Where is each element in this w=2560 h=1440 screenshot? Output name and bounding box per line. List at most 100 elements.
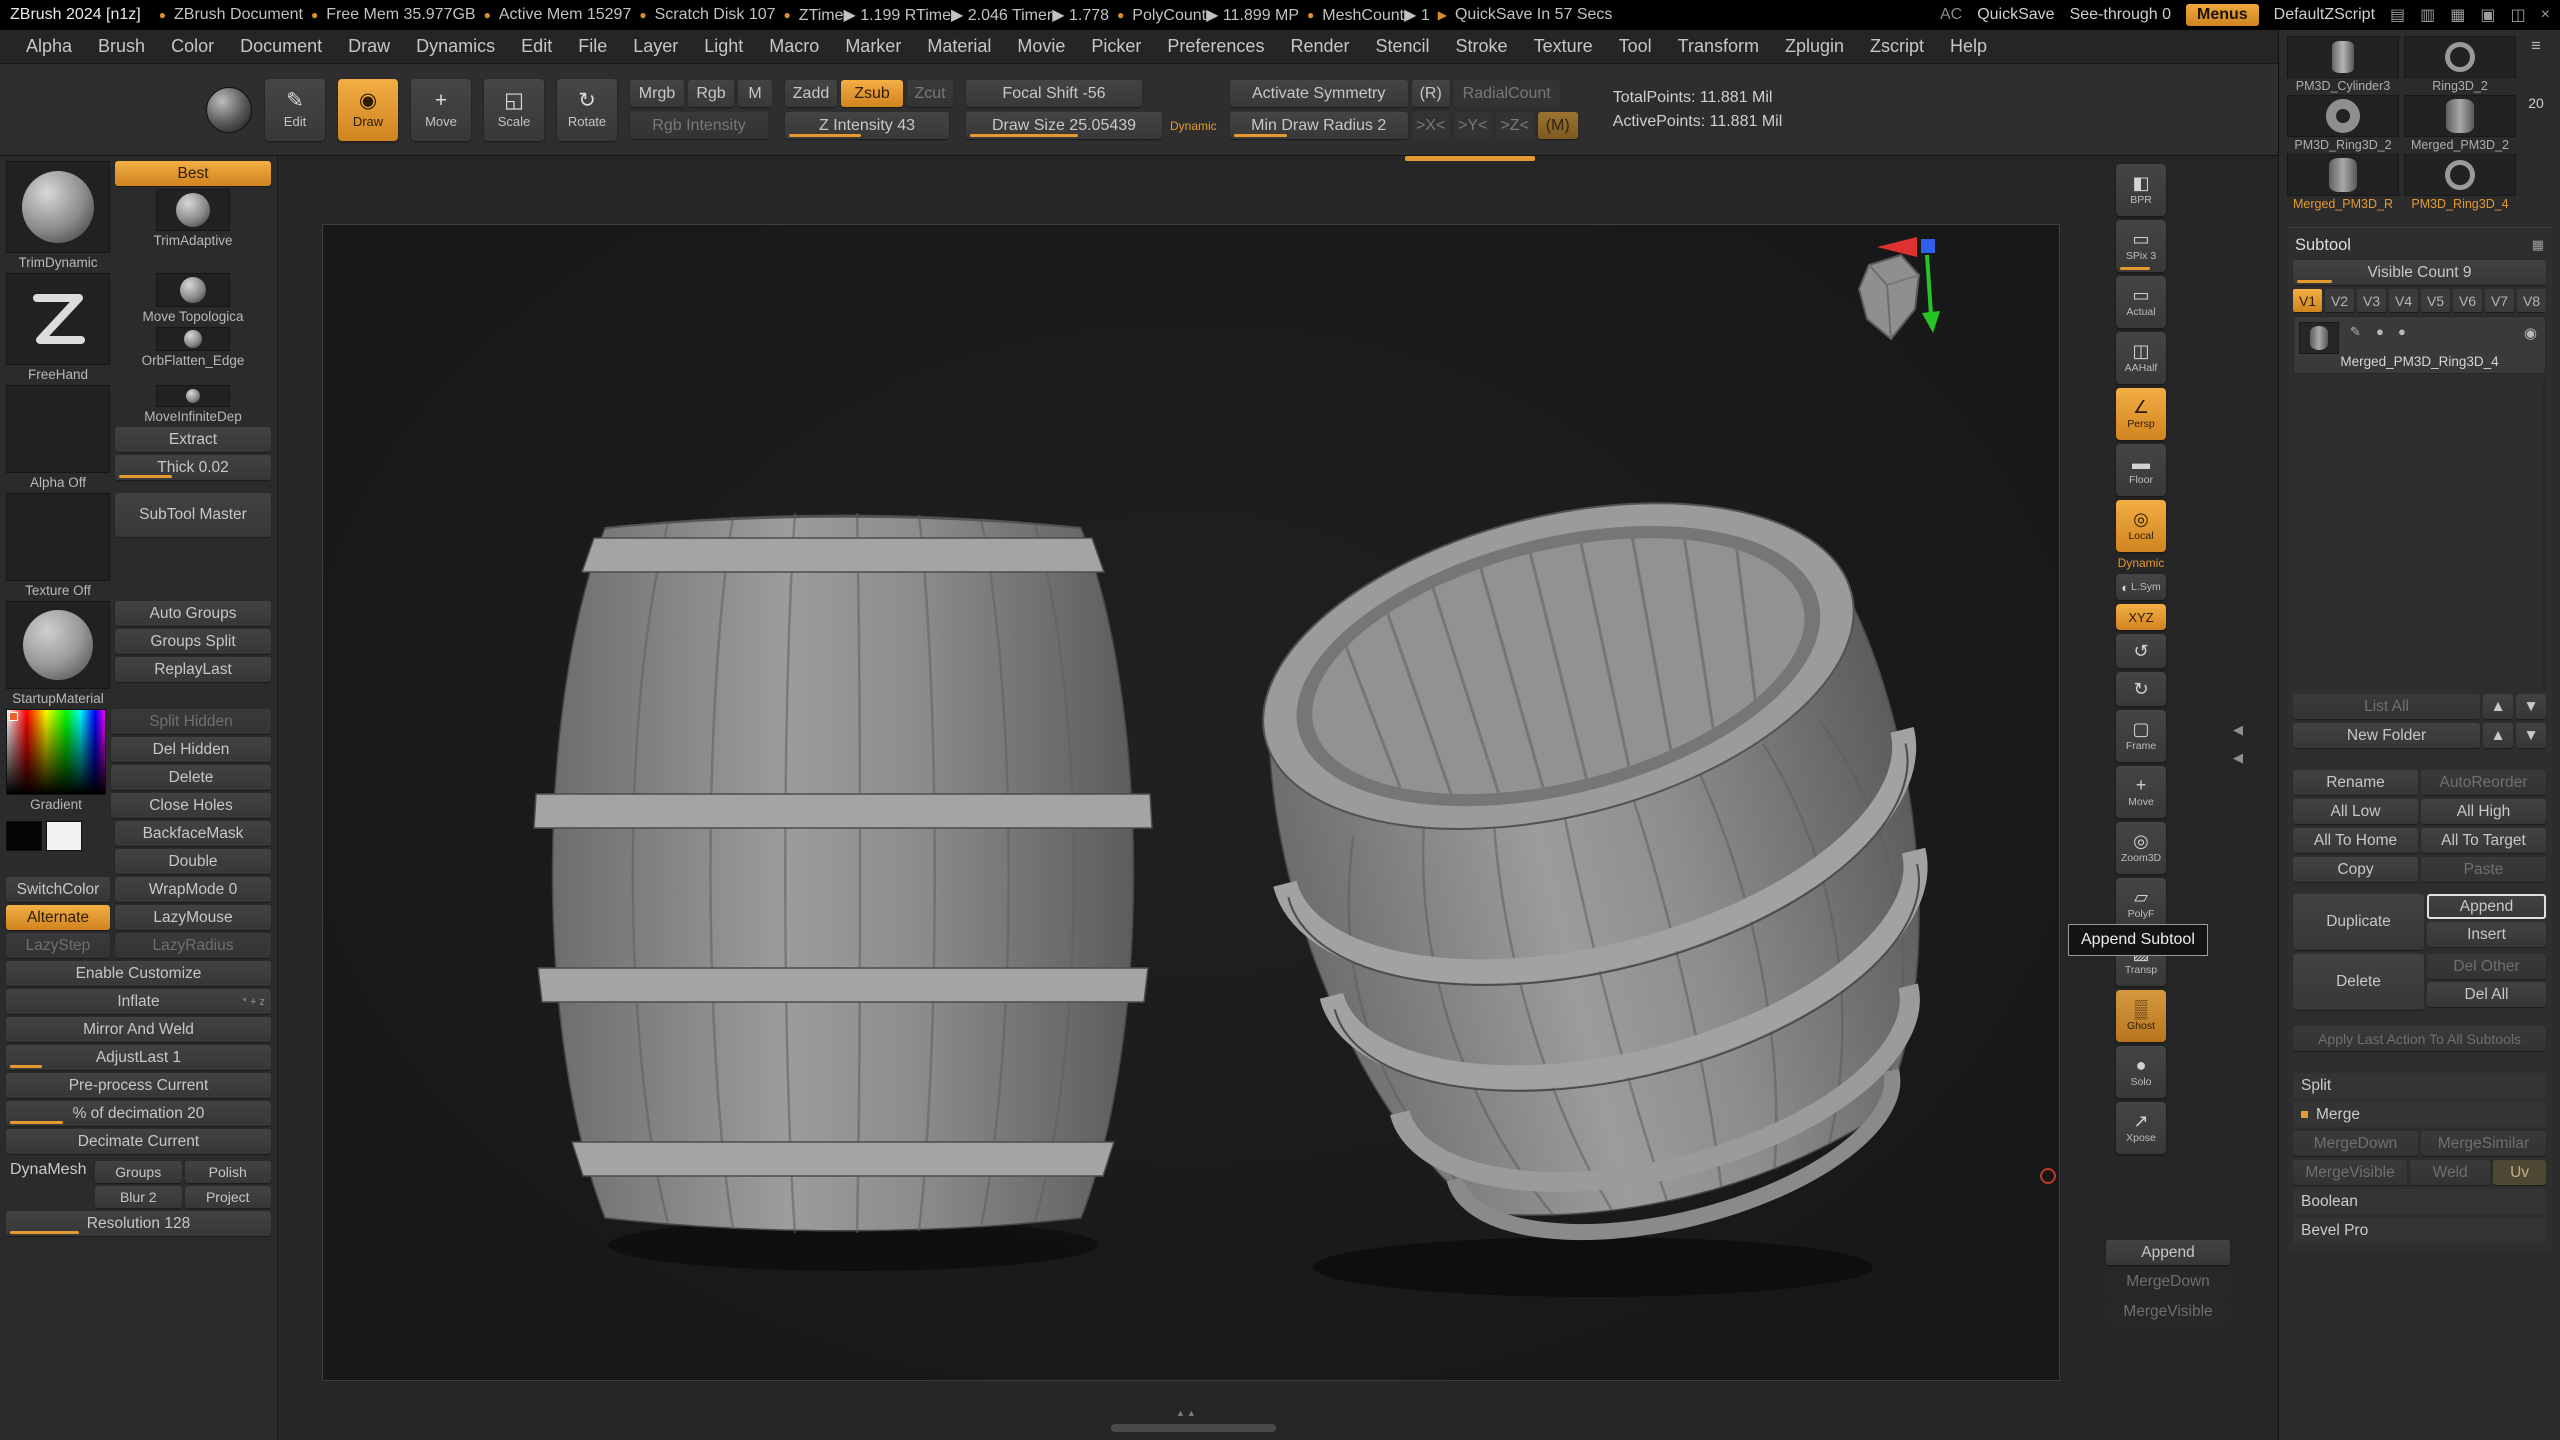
mergevisible-button[interactable]: MergeVisible bbox=[2293, 1160, 2407, 1185]
tab-v2[interactable]: V2 bbox=[2325, 289, 2354, 312]
tab-v6[interactable]: V6 bbox=[2453, 289, 2482, 312]
draw-button[interactable]: ◉Draw bbox=[338, 79, 398, 141]
polish-button[interactable]: Polish bbox=[185, 1161, 272, 1183]
list-all-button[interactable]: List All bbox=[2293, 694, 2480, 719]
menu-alpha[interactable]: Alpha bbox=[26, 36, 72, 57]
lazyradius-slider[interactable]: LazyRadius bbox=[115, 933, 271, 958]
menu-help[interactable]: Help bbox=[1950, 36, 1987, 57]
boolean-section[interactable]: Boolean bbox=[2293, 1189, 2546, 1214]
spin-left-button[interactable]: ↺ bbox=[2116, 634, 2166, 668]
alternate-button[interactable]: Alternate bbox=[6, 905, 110, 930]
mergevisible-floating-button[interactable]: MergeVisible bbox=[2106, 1299, 2230, 1325]
tab-v3[interactable]: V3 bbox=[2357, 289, 2386, 312]
menu-light[interactable]: Light bbox=[704, 36, 743, 57]
inflate-button[interactable]: Inflate* + z bbox=[6, 989, 271, 1014]
tool-slot[interactable]: PM3D_Cylinder3 bbox=[2287, 36, 2399, 93]
mergesimilar-button[interactable]: MergeSimilar bbox=[2421, 1131, 2546, 1156]
xpose-button[interactable]: ↗Xpose bbox=[2116, 1102, 2166, 1154]
merge-section[interactable]: Merge bbox=[2293, 1102, 2546, 1127]
main-color-swatch[interactable] bbox=[6, 821, 42, 851]
zcut-button[interactable]: Zcut bbox=[907, 80, 953, 107]
collapse-left-icon[interactable]: ◀ bbox=[2230, 750, 2246, 766]
dynamic-label[interactable]: Dynamic bbox=[1170, 119, 1217, 133]
menu-brush[interactable]: Brush bbox=[98, 36, 145, 57]
mrgb-button[interactable]: Mrgb bbox=[630, 80, 684, 107]
brush-trimadaptive[interactable]: TrimAdaptive bbox=[153, 189, 232, 248]
preprocess-current-button[interactable]: Pre-process Current bbox=[6, 1073, 271, 1098]
radialcount-slider[interactable]: RadialCount bbox=[1454, 80, 1560, 107]
actual-button[interactable]: ▭Actual bbox=[2116, 276, 2166, 328]
menu-draw[interactable]: Draw bbox=[348, 36, 390, 57]
subtool-header[interactable]: Subtool bbox=[2295, 236, 2351, 255]
subtool-list-empty[interactable] bbox=[2293, 378, 2546, 690]
menu-tool[interactable]: Tool bbox=[1619, 36, 1652, 57]
extract-button[interactable]: Extract bbox=[115, 427, 271, 452]
zsub-button[interactable]: Zsub bbox=[841, 80, 903, 107]
toggle-dot-icon[interactable]: ● bbox=[2398, 324, 2406, 339]
insert-button[interactable]: Insert bbox=[2427, 922, 2546, 947]
auto-groups-button[interactable]: Auto Groups bbox=[115, 601, 271, 626]
zoom3d-button[interactable]: ◎Zoom3D bbox=[2116, 822, 2166, 874]
lazymouse-button[interactable]: LazyMouse bbox=[115, 905, 271, 930]
quicksave-button[interactable]: QuickSave bbox=[1977, 6, 2054, 24]
see-through-button[interactable]: See-through 0 bbox=[2070, 6, 2171, 24]
brush-freehand[interactable]: FreeHand bbox=[6, 273, 110, 382]
tool-slot[interactable]: PM3D_Ring3D_2 bbox=[2287, 95, 2399, 152]
del-all-button[interactable]: Del All bbox=[2427, 982, 2546, 1007]
menu-dynamics[interactable]: Dynamics bbox=[416, 36, 495, 57]
spix-slider[interactable]: ▭SPix 3 bbox=[2116, 220, 2166, 272]
menu-macro[interactable]: Macro bbox=[769, 36, 819, 57]
z-axis-toggle[interactable]: >Z< bbox=[1496, 112, 1534, 139]
move-viewport-button[interactable]: +Move bbox=[2116, 766, 2166, 818]
menu-zplugin[interactable]: Zplugin bbox=[1785, 36, 1844, 57]
doc-icon[interactable]: ▣ bbox=[2480, 5, 2495, 25]
brush-orbflatten-edge[interactable]: OrbFlatten_Edge bbox=[142, 327, 245, 368]
decimate-current-button[interactable]: Decimate Current bbox=[6, 1129, 271, 1154]
z-intensity-slider[interactable]: Z Intensity 43 bbox=[785, 112, 949, 139]
grid-icon[interactable]: ▦ bbox=[2450, 5, 2465, 25]
delete-subtool-button[interactable]: Delete bbox=[2293, 954, 2424, 1010]
material-preview-icon[interactable] bbox=[206, 87, 252, 133]
tab-v1[interactable]: V1 bbox=[2293, 289, 2322, 312]
menu-zscript[interactable]: Zscript bbox=[1870, 36, 1924, 57]
tool-slot[interactable]: Merged_PM3D_2 bbox=[2404, 95, 2516, 152]
activate-symmetry-button[interactable]: Activate Symmetry bbox=[1230, 80, 1408, 107]
document-canvas[interactable] bbox=[322, 224, 2060, 1381]
panes-icon[interactable]: ▥ bbox=[2420, 5, 2435, 25]
menu-movie[interactable]: Movie bbox=[1017, 36, 1065, 57]
groups-button[interactable]: Groups bbox=[95, 1161, 182, 1183]
rgb-button[interactable]: Rgb bbox=[688, 80, 734, 107]
solo-button[interactable]: ●Solo bbox=[2116, 1046, 2166, 1098]
menu-preferences[interactable]: Preferences bbox=[1167, 36, 1264, 57]
decimation-slider[interactable]: % of decimation 20 bbox=[6, 1101, 271, 1126]
move-button[interactable]: +Move bbox=[411, 79, 471, 141]
double-button[interactable]: Double bbox=[115, 849, 271, 874]
tab-v8[interactable]: V8 bbox=[2517, 289, 2546, 312]
split-hidden-button[interactable]: Split Hidden bbox=[111, 709, 271, 734]
subtool-master-button[interactable]: SubTool Master bbox=[115, 493, 271, 537]
rename-button[interactable]: Rename bbox=[2293, 770, 2418, 795]
replay-last-button[interactable]: ReplayLast bbox=[115, 657, 271, 682]
menu-material[interactable]: Material bbox=[927, 36, 991, 57]
palette-dock-icon[interactable]: ▦ bbox=[2532, 237, 2544, 253]
texture-selector[interactable]: Texture Off bbox=[6, 493, 110, 598]
new-folder-button[interactable]: New Folder bbox=[2293, 723, 2480, 748]
menu-render[interactable]: Render bbox=[1290, 36, 1349, 57]
zscript-button[interactable]: DefaultZScript bbox=[2274, 6, 2375, 24]
wrapmode-slider[interactable]: WrapMode 0 bbox=[115, 877, 271, 902]
thick-slider[interactable]: Thick 0.02 bbox=[115, 455, 271, 480]
close-icon[interactable]: × bbox=[2541, 6, 2550, 24]
mergedown-button[interactable]: MergeDown bbox=[2293, 1131, 2418, 1156]
project-button[interactable]: Project bbox=[185, 1186, 272, 1208]
tool-slot-selected[interactable]: Merged_PM3D_R bbox=[2287, 154, 2399, 211]
scale-button[interactable]: ◱Scale bbox=[484, 79, 544, 141]
bpr-button[interactable]: ◧BPR bbox=[2116, 164, 2166, 216]
menu-transform[interactable]: Transform bbox=[1678, 36, 1759, 57]
menus-toggle-button[interactable]: Menus bbox=[2186, 4, 2259, 26]
alpha-selector[interactable]: Alpha Off bbox=[6, 385, 110, 490]
brush-moveinfinitedepth[interactable]: MoveInfiniteDep bbox=[144, 385, 242, 424]
rotate-button[interactable]: ↻Rotate bbox=[557, 79, 617, 141]
autoreorder-button[interactable]: AutoReorder bbox=[2421, 770, 2546, 795]
menu-document[interactable]: Document bbox=[240, 36, 322, 57]
toggle-dot-icon[interactable]: ● bbox=[2376, 324, 2384, 339]
